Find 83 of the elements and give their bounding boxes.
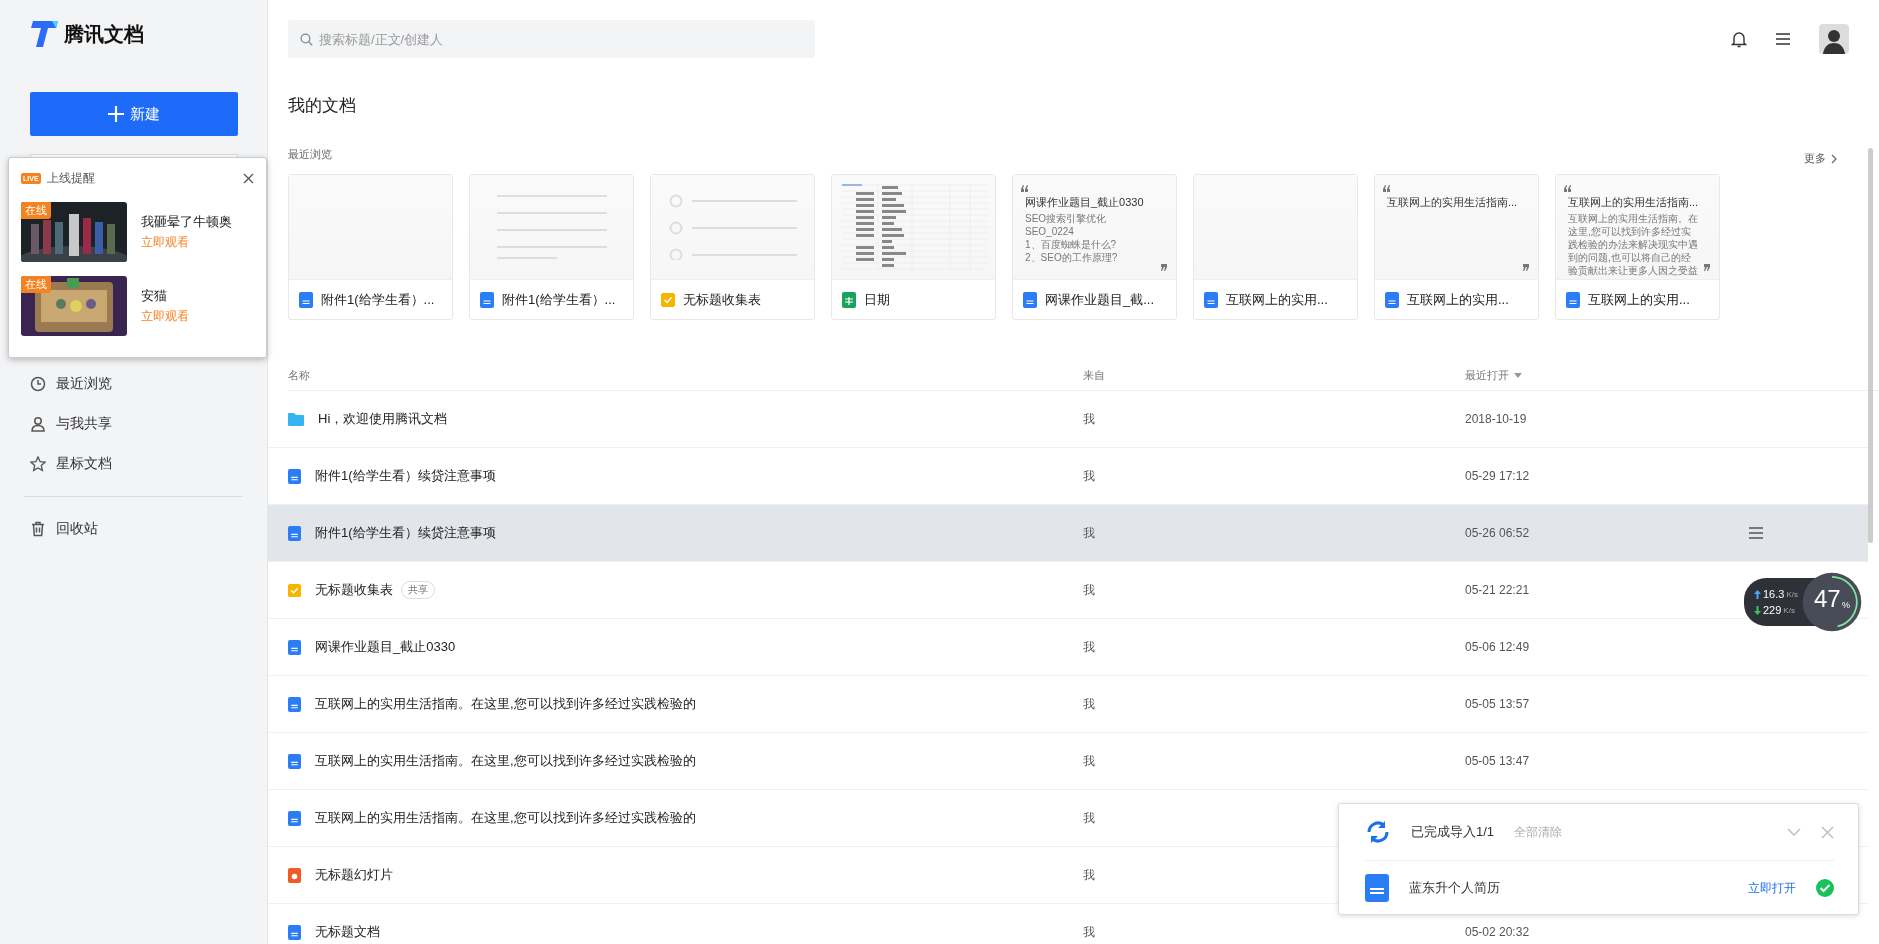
table-cell: 2018-10-19: [1465, 412, 1527, 426]
table-cell: 05-02 20:32: [1465, 925, 1530, 939]
card-title: 日期: [864, 290, 890, 309]
online-tag: 在线: [21, 202, 51, 219]
document-card[interactable]: 附件1(给学生看）...: [469, 174, 634, 320]
search-field[interactable]: 搜索标题/正文/创建人: [288, 20, 815, 58]
quote-text: 互联网上的实用生活指南。在这里,您可以找到许多经过实践检验的办法来解决现实中遇到的问题,也可以将自己的经验贡献出来让更多人因之受益: [1568, 212, 1699, 277]
more-link[interactable]: 更多: [1804, 151, 1838, 166]
card-title: 附件1(给学生看）...: [502, 290, 616, 309]
file-name: 互联网上的实用生活指南。在这里,您可以找到许多经过实践检验的: [315, 752, 696, 770]
imported-file-name: 蓝东升个人简历: [1409, 879, 1500, 897]
card-title: 互联网上的实用...: [1407, 290, 1509, 309]
quote-title: 互联网上的实用生活指南...: [1568, 195, 1700, 210]
usage-percent: 47: [1814, 587, 1841, 611]
file-name: 附件1(给学生看）续贷注意事项: [315, 467, 496, 485]
document-card[interactable]: 互联网上的实用生活指南... 互联网上的实用生活指南。在这里,您可以找到许多经过实践检验的办法来解决现实中遇到的问题,也可以将自己的经验贡献出来让更多人因之受益 互联网上的实用...: [1555, 174, 1720, 320]
table-cell-text: 我: [1083, 752, 1096, 770]
document-row[interactable]: 附件1(给学生看）续贷注意事项 我 05-26 06:52: [268, 505, 1868, 562]
section-label: 最近浏览: [288, 147, 332, 162]
file-name: 无标题幻灯片: [315, 866, 393, 884]
document-row[interactable]: 互联网上的实用生活指南。在这里,您可以找到许多经过实践检验的 我 05-05 13:57: [268, 676, 1868, 733]
card-title: 互联网上的实用...: [1588, 290, 1690, 309]
document-row[interactable]: 互联网上的实用生活指南。在这里,您可以找到许多经过实践检验的 我 05-05 13:47: [268, 733, 1868, 790]
file-name: 无标题收集表: [315, 581, 393, 599]
document-card[interactable]: 互联网上的实用...: [1193, 174, 1358, 320]
open-link[interactable]: 立即打开: [1748, 879, 1796, 897]
popup-title: 上线提醒: [46, 169, 95, 187]
app-name: 腾讯文档: [64, 21, 144, 47]
document-card[interactable]: 附件1(给学生看）...: [288, 174, 453, 320]
column-header: 名称: [288, 367, 311, 383]
file-name: 附件1(给学生看）续贷注意事项: [315, 524, 496, 542]
online-tag: 在线: [21, 276, 51, 293]
table-cell: 05-05 13:57: [1465, 697, 1530, 711]
table-cell: 05-29 17:12: [1465, 469, 1530, 483]
file-name: 互联网上的实用生活指南。在这里,您可以找到许多经过实践检验的: [315, 809, 696, 827]
sidebar-item[interactable]: 回收站: [30, 509, 237, 549]
table-cell-text: 我: [1083, 695, 1096, 713]
table-cell-text: 我: [1083, 524, 1096, 542]
document-card[interactable]: 网课作业题目_截止0330 SEO搜索引擎优化 SEO_0224 1、百度蜘蛛是什么? 2、SEO的工作原理? 网课作业题目_截...: [1012, 174, 1177, 320]
column-header[interactable]: 最近打开: [1465, 367, 1765, 383]
speed-unit: K/s: [1786, 589, 1798, 599]
document-card[interactable]: 互联网上的实用生活指南... 互联网上的实用...: [1374, 174, 1539, 320]
table-cell-text: 我: [1083, 809, 1096, 827]
import-status: 已完成导入1/1: [1411, 823, 1495, 841]
quote-text: 2、SEO的工作原理?: [1025, 251, 1119, 264]
speed-unit: K/s: [1783, 605, 1795, 615]
card-title: 网课作业题目_截...: [1045, 290, 1155, 309]
table-cell-text: 我: [1083, 581, 1096, 599]
percent-sign: %: [1842, 600, 1850, 610]
document-row[interactable]: Hi，欢迎使用腾讯文档 我 2018-10-19: [268, 391, 1868, 448]
file-name: 无标题文档: [315, 923, 380, 941]
quote-text: 1、百度蜘蛛是什么?: [1025, 238, 1118, 251]
quote-title: 互联网上的实用生活指南...: [1387, 195, 1519, 210]
table-cell: 05-05 13:47: [1465, 754, 1530, 768]
stream-title: 我砸晕了牛顿奥: [141, 213, 232, 231]
column-header: 来自: [1083, 367, 1106, 383]
table-cell: 05-06 12:49: [1465, 640, 1530, 654]
sidebar-item[interactable]: 与我共享: [30, 404, 237, 444]
page-title: 我的文档: [288, 95, 357, 117]
quote-text: SEO_0224: [1025, 225, 1075, 238]
sidebar-item[interactable]: 最近浏览: [30, 364, 237, 404]
table-cell-text: 我: [1083, 410, 1096, 428]
upload-speed: 16.3: [1763, 588, 1785, 600]
card-title: 互联网上的实用...: [1226, 290, 1328, 309]
card-title: 无标题收集表: [683, 290, 761, 309]
stream-title: 安猫: [141, 287, 168, 305]
table-cell-text: 我: [1083, 923, 1096, 941]
card-title: 附件1(给学生看）...: [321, 290, 435, 309]
quote-title: 网课作业题目_截止0330: [1025, 195, 1145, 210]
file-name: 互联网上的实用生活指南。在这里,您可以找到许多经过实践检验的: [315, 695, 696, 713]
table-cell-text: 我: [1083, 467, 1096, 485]
file-name: 网课作业题目_截止0330: [315, 638, 456, 656]
new-button[interactable]: 新建: [30, 92, 238, 136]
file-name: Hi，欢迎使用腾讯文档: [318, 410, 448, 428]
document-card[interactable]: 日期: [831, 174, 996, 320]
table-cell: 05-26 06:52: [1465, 526, 1530, 540]
table-cell-text: 我: [1083, 866, 1096, 884]
table-cell: 05-21 22:21: [1465, 583, 1530, 597]
download-speed: 229: [1763, 604, 1782, 616]
document-card[interactable]: 无标题收集表: [650, 174, 815, 320]
quote-text: SEO搜索引擎优化: [1025, 212, 1108, 225]
sidebar-item[interactable]: 星标文档: [30, 444, 237, 484]
table-cell-text: 我: [1083, 638, 1096, 656]
